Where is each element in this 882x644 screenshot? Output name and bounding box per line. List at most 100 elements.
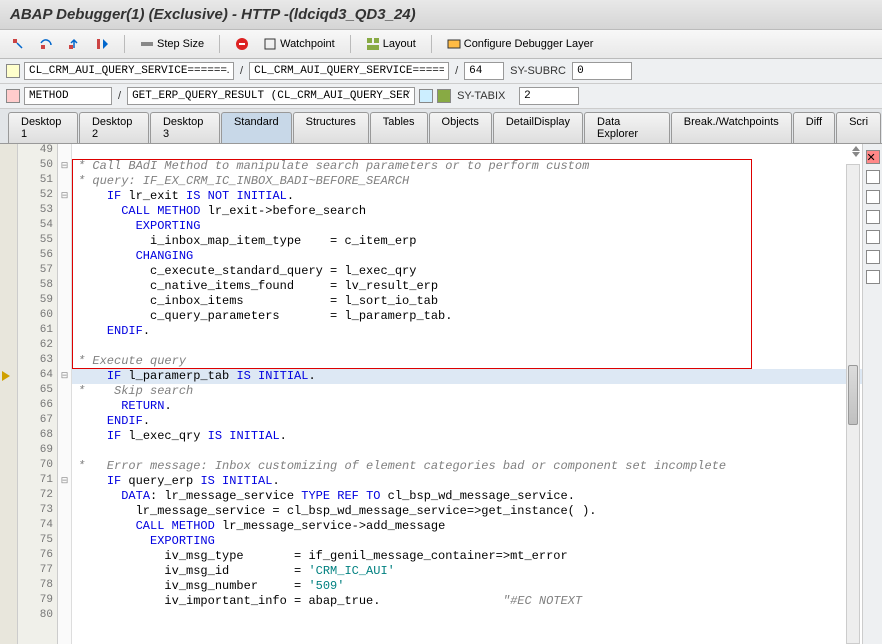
step-size-button[interactable]: Step Size [135,34,209,54]
tab-scri[interactable]: Scri [836,112,881,143]
line-number-gutter: 4950515253545556575859606162636465666768… [18,144,58,644]
nav-help-icon[interactable] [419,89,433,103]
code-line[interactable]: iv_important_info = abap_true. "#EC NOTE… [72,594,882,609]
tab-standard[interactable]: Standard [221,112,292,143]
class-input-2[interactable] [249,62,449,80]
tab-detaildisplay[interactable]: DetailDisplay [493,112,583,143]
method-label-input[interactable] [24,87,112,105]
code-area[interactable]: * Call BAdI Method to manipulate search … [72,144,882,644]
line-number-input[interactable] [464,62,504,80]
code-line[interactable]: * Execute query [72,354,882,369]
code-line[interactable] [72,339,882,354]
step-over-button[interactable] [34,34,58,54]
sy-subrc-value[interactable] [572,62,632,80]
configure-button[interactable]: Configure Debugger Layer [442,34,599,54]
window-title: ABAP Debugger(1) (Exclusive) - HTTP -(ld… [0,0,882,30]
code-line[interactable]: CALL METHOD lr_message_service->add_mess… [72,519,882,534]
scroll-up-icon[interactable] [852,146,860,151]
code-line[interactable]: * Error message: Inbox customizing of el… [72,459,882,474]
code-line[interactable]: c_execute_standard_query = l_exec_qry [72,264,882,279]
slash-separator: / [238,65,245,77]
class-input-1[interactable] [24,62,234,80]
code-line[interactable]: iv_msg_id = 'CRM_IC_AUI' [72,564,882,579]
scroll-down-icon[interactable] [852,152,860,157]
class-icon[interactable] [6,64,20,78]
slash-separator: / [116,90,123,102]
code-line[interactable]: c_native_items_found = lv_result_erp [72,279,882,294]
toolbar-separator [124,35,125,53]
scrollbar-thumb[interactable] [848,365,858,425]
code-line[interactable]: EXPORTING [72,219,882,234]
code-line[interactable]: ENDIF. [72,324,882,339]
watchpoint-label: Watchpoint [280,38,335,50]
vertical-scrollbar[interactable] [846,164,860,644]
tab-break-watchpoints[interactable]: Break./Watchpoints [671,112,792,143]
code-line[interactable]: iv_msg_type = if_genil_message_container… [72,549,882,564]
tool-icon[interactable] [866,230,880,244]
method-icon[interactable] [6,89,20,103]
side-toolbar: ✕ [862,144,882,644]
tab-structures[interactable]: Structures [293,112,369,143]
tool-icon[interactable] [866,170,880,184]
tab-desktop-1[interactable]: Desktop 1 [8,112,78,143]
tab-objects[interactable]: Objects [429,112,492,143]
code-line[interactable]: lr_message_service = cl_bsp_wd_message_s… [72,504,882,519]
code-line[interactable]: * Skip search [72,384,882,399]
breakpoint-gutter[interactable] [0,144,18,644]
code-line[interactable] [72,444,882,459]
slash-separator: / [453,65,460,77]
sy-subrc-label: SY-SUBRC [508,65,568,77]
code-line[interactable]: IF l_paramerp_tab IS INITIAL. [72,369,882,384]
continue-button[interactable] [90,34,114,54]
watchpoint-button[interactable]: Watchpoint [258,34,340,54]
tab-diff[interactable]: Diff [793,112,835,143]
toolbar-separator [431,35,432,53]
tab-strip: Desktop 1Desktop 2Desktop 3StandardStruc… [0,109,882,144]
code-editor: 4950515253545556575859606162636465666768… [0,144,882,644]
code-line[interactable]: CHANGING [72,249,882,264]
toolbar-separator [350,35,351,53]
step-into-button[interactable] [6,34,30,54]
code-line[interactable]: RETURN. [72,399,882,414]
tab-tables[interactable]: Tables [370,112,428,143]
scroll-arrows[interactable] [852,146,860,157]
close-icon[interactable]: ✕ [866,150,880,164]
configure-label: Configure Debugger Layer [464,38,594,50]
code-line[interactable] [72,609,882,624]
step-out-button[interactable] [62,34,86,54]
tab-desktop-2[interactable]: Desktop 2 [79,112,149,143]
tab-desktop-3[interactable]: Desktop 3 [150,112,220,143]
code-line[interactable]: * Call BAdI Method to manipulate search … [72,159,882,174]
tab-data-explorer[interactable]: Data Explorer [584,112,670,143]
sy-tabix-value[interactable] [519,87,579,105]
code-line[interactable]: IF query_erp IS INITIAL. [72,474,882,489]
code-line[interactable]: DATA: lr_message_service TYPE REF TO cl_… [72,489,882,504]
nav-row-1: / / SY-SUBRC [0,59,882,84]
stop-button[interactable] [230,34,254,54]
code-line[interactable]: i_inbox_map_item_type = c_item_erp [72,234,882,249]
code-line[interactable]: iv_msg_number = '509' [72,579,882,594]
code-line[interactable]: IF l_exec_qry IS INITIAL. [72,429,882,444]
fold-gutter[interactable]: ⊟⊟⊟⊟ [58,144,72,644]
step-size-label: Step Size [157,38,204,50]
toolbar-separator [219,35,220,53]
code-line[interactable]: CALL METHOD lr_exit->before_search [72,204,882,219]
main-toolbar: Step Size Watchpoint Layout Configure De… [0,30,882,59]
nav-execute-icon[interactable] [437,89,451,103]
layout-label: Layout [383,38,416,50]
tool-icon[interactable] [866,250,880,264]
tool-icon[interactable] [866,210,880,224]
code-line[interactable]: c_query_parameters = l_paramerp_tab. [72,309,882,324]
code-line[interactable]: IF lr_exit IS NOT INITIAL. [72,189,882,204]
nav-row-2: / SY-TABIX [0,84,882,109]
method-name-input[interactable] [127,87,415,105]
code-line[interactable]: * query: IF_EX_CRM_IC_INBOX_BADI~BEFORE_… [72,174,882,189]
tool-icon[interactable] [866,190,880,204]
code-line[interactable]: ENDIF. [72,414,882,429]
tool-icon[interactable] [866,270,880,284]
layout-button[interactable]: Layout [361,34,421,54]
code-line[interactable] [72,144,882,159]
sy-tabix-label: SY-TABIX [455,90,515,102]
code-line[interactable]: c_inbox_items = l_sort_io_tab [72,294,882,309]
code-line[interactable]: EXPORTING [72,534,882,549]
